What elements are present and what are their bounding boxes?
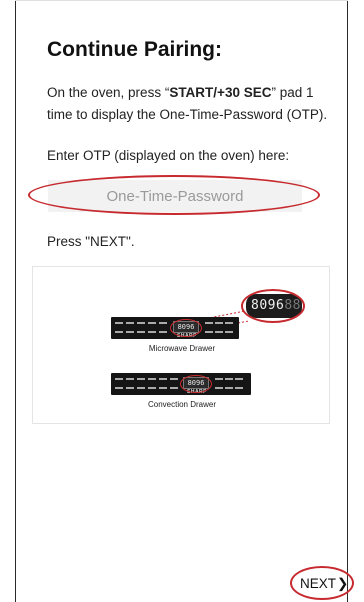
panel-key: [215, 322, 223, 324]
panel-key: [115, 331, 123, 333]
panel-key: [148, 378, 156, 380]
panel-key: [159, 331, 167, 333]
convection-display-ring: [180, 375, 212, 393]
otp-label: Enter OTP (displayed on the oven) here:: [47, 148, 290, 163]
panel-key: [215, 387, 223, 389]
panel-key: [205, 331, 213, 333]
panel-key: [225, 331, 233, 333]
panel-key: [148, 387, 156, 389]
chevron-right-icon: ❯: [337, 576, 349, 591]
panel-key: [126, 322, 134, 324]
next-label: NEXT: [300, 576, 337, 591]
panel-key: [225, 322, 233, 324]
zoom-highlight-ring: [241, 289, 305, 323]
panel-key: [137, 322, 145, 324]
panel-key: [148, 331, 156, 333]
panel-key: [137, 331, 145, 333]
instruction-text: On the oven, press “START/+30 SEC” pad 1…: [47, 82, 337, 126]
panel-key: [159, 378, 167, 380]
panel-key: [159, 322, 167, 324]
page-title: Continue Pairing:: [47, 38, 222, 61]
panel-key: [126, 387, 134, 389]
panel-key: [148, 322, 156, 324]
panel-key: [235, 378, 243, 380]
panel-key: [225, 387, 233, 389]
microwave-display-ring: [170, 319, 202, 337]
top-divider: [15, 0, 348, 1]
otp-input[interactable]: [48, 180, 302, 212]
panel-key: [126, 331, 134, 333]
panel-key: [115, 387, 123, 389]
convection-caption: Convection Drawer: [147, 400, 217, 409]
start-pad-label: START/+30 SEC: [169, 85, 272, 100]
panel-key: [205, 322, 213, 324]
panel-key: [235, 387, 243, 389]
panel-key: [159, 387, 167, 389]
panel-key: [137, 378, 145, 380]
next-button[interactable]: NEXT ❯: [293, 570, 351, 598]
panel-key: [225, 378, 233, 380]
panel-key: [137, 387, 145, 389]
panel-key: [170, 378, 178, 380]
press-next-instruction: Press "NEXT".: [47, 234, 135, 249]
panel-key: [170, 387, 178, 389]
oven-control-panel-illustration: 809688 8096 SHARP Microwave Drawer 8096 …: [32, 266, 330, 424]
panel-key: [115, 322, 123, 324]
otp-field-group: [28, 175, 320, 215]
panel-key: [115, 378, 123, 380]
panel-key: [215, 378, 223, 380]
microwave-caption: Microwave Drawer: [148, 344, 216, 353]
panel-key: [126, 378, 134, 380]
instruction-prefix: On the oven, press “: [47, 85, 170, 100]
panel-key: [215, 331, 223, 333]
